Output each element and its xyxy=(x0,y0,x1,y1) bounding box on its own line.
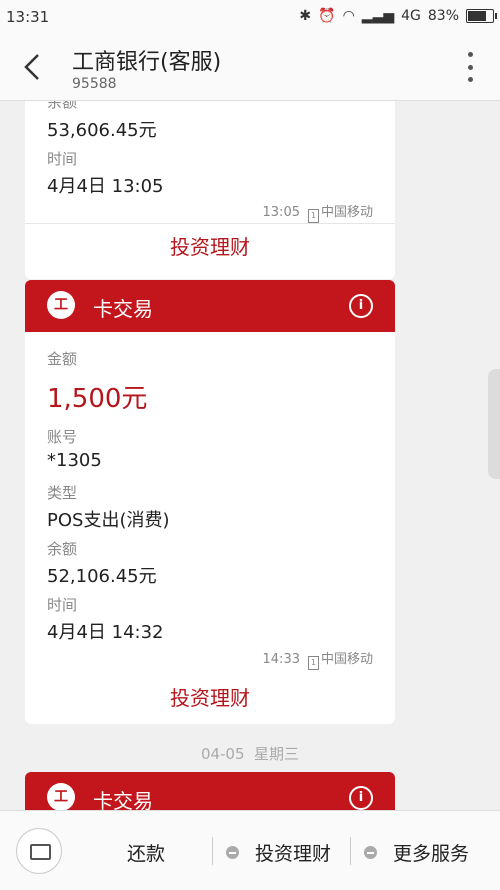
divider xyxy=(25,223,395,224)
wifi-icon: ◠ xyxy=(342,8,355,24)
time-value: 4月4日 13:05 xyxy=(47,176,164,197)
message-meta: 14:33 1 中国移动 xyxy=(263,648,373,670)
tab-more-services[interactable]: 更多服务 xyxy=(364,839,469,866)
invest-action-link[interactable]: 投资理财 xyxy=(25,231,395,260)
amount-label: 金额 xyxy=(47,350,78,368)
type-label: 类型 xyxy=(47,484,78,502)
account-label: 账号 xyxy=(47,428,78,446)
carrier: 中国移动 xyxy=(320,205,373,220)
time-label: 时间 xyxy=(47,596,78,614)
message-meta: 13:05 1 中国移动 xyxy=(263,201,373,223)
balance-label: 余额 xyxy=(47,540,78,558)
meta-time: 14:33 xyxy=(262,652,300,667)
icbc-logo-icon: 工 xyxy=(47,783,75,810)
sim-card-icon: 1 xyxy=(307,209,319,223)
card-title: 卡交易 xyxy=(93,297,153,321)
message-card-next: 工 卡交易 i xyxy=(25,772,395,810)
network-type: 4G xyxy=(401,8,421,24)
date-separator: 04-05 星期三 xyxy=(200,745,300,763)
meta-time: 13:05 xyxy=(262,205,300,220)
menu-icon xyxy=(364,846,377,859)
more-options-icon[interactable] xyxy=(468,52,474,82)
status-icons: ✱ ⏰ ◠ ▂▃▅ 4G 83% xyxy=(299,8,497,24)
time-label: 时间 xyxy=(47,150,78,168)
icbc-logo-icon: 工 xyxy=(47,291,75,319)
card-header: 工 卡交易 i xyxy=(25,772,395,810)
message-feed[interactable]: 余额 53,606.45元 时间 4月4日 13:05 13:05 1 中国移动 投… xyxy=(0,101,500,810)
bluetooth-icon: ✱ xyxy=(299,8,312,24)
type-value: POS支出(消费) xyxy=(47,510,170,531)
status-bar: 13:31 ✱ ⏰ ◠ ▂▃▅ 4G 83% xyxy=(0,0,500,36)
tab-invest-label: 投资理财 xyxy=(255,843,332,865)
info-icon[interactable]: i xyxy=(349,294,373,318)
amount-value: 1,500元 xyxy=(47,384,148,414)
card-header: 工 卡交易 i xyxy=(25,280,395,332)
alarm-icon: ⏰ xyxy=(318,8,336,24)
divider xyxy=(350,837,351,865)
balance-label: 余额 xyxy=(47,101,78,111)
time-value: 4月4日 14:32 xyxy=(47,622,164,643)
divider xyxy=(212,837,213,865)
invest-action-link[interactable]: 投资理财 xyxy=(25,682,395,711)
conversation-header: 工商银行(客服) 95588 xyxy=(0,36,500,101)
battery-icon xyxy=(466,9,497,23)
conversation-title: 工商银行(客服) xyxy=(72,50,222,75)
info-icon[interactable]: i xyxy=(349,786,373,810)
keyboard-toggle-icon[interactable] xyxy=(16,828,62,874)
card-title: 卡交易 xyxy=(93,789,153,810)
side-drawer-handle[interactable] xyxy=(488,369,500,479)
battery-percent: 83% xyxy=(427,8,459,24)
sender-number: 95588 xyxy=(72,76,117,92)
tab-more-label: 更多服务 xyxy=(393,843,470,865)
carrier: 中国移动 xyxy=(320,652,373,667)
menu-icon xyxy=(226,846,239,859)
bottom-menu-bar: 还款 投资理财 更多服务 xyxy=(0,810,500,890)
back-arrow-icon[interactable] xyxy=(18,50,48,84)
balance-value: 52,106.45元 xyxy=(47,566,157,587)
sim-card-icon: 1 xyxy=(307,656,319,670)
account-value: *1305 xyxy=(47,450,102,471)
balance-value: 53,606.45元 xyxy=(47,120,157,141)
tab-repay[interactable]: 还款 xyxy=(127,839,165,866)
signal-icon: ▂▃▅ xyxy=(361,8,395,24)
tab-invest[interactable]: 投资理财 xyxy=(226,839,331,866)
status-time: 13:31 xyxy=(6,8,50,26)
message-card-partial: 余额 53,606.45元 时间 4月4日 13:05 13:05 1 中国移动 投… xyxy=(25,101,395,279)
message-card-transaction: 工 卡交易 i 金额 1,500元 账号 *1305 类型 POS支出(消费) … xyxy=(25,280,395,724)
